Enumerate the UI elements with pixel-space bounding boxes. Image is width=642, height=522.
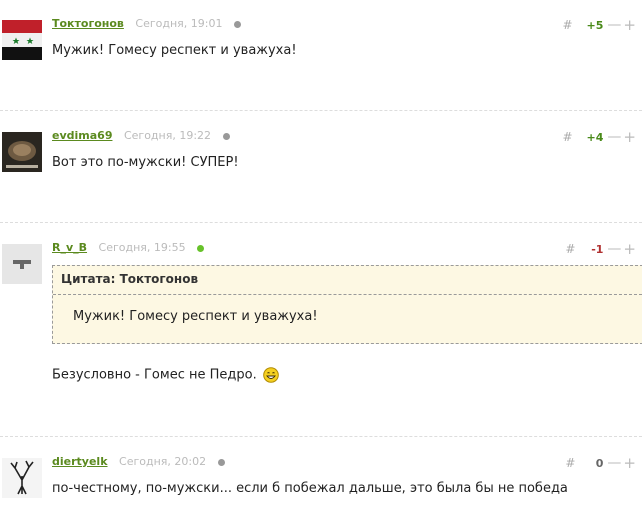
status-dot (222, 132, 230, 140)
avatar-image (2, 458, 42, 498)
laughing-smiley-icon (263, 367, 279, 383)
comment-text: Безусловно - Гомес не Педро. (52, 367, 279, 383)
comment-meta: R_v_B Сегодня, 19:55 (52, 241, 205, 254)
permalink-icon[interactable]: # (565, 456, 575, 470)
comment-time: Сегодня, 19:01 (135, 17, 223, 30)
vote-down-button[interactable]: — (607, 17, 621, 33)
comment-text: Мужик! Гомесу респект и уважуха! (52, 43, 297, 58)
comment-divider (0, 222, 642, 223)
vote-up-button[interactable]: + (623, 16, 636, 34)
comment-text: по-честному, по-мужски... если б побежал… (52, 481, 568, 496)
author-link[interactable]: evdima69 (52, 129, 112, 142)
quote-header: Цитата: Токтогонов (53, 266, 642, 295)
comment-time: Сегодня, 19:22 (123, 129, 212, 142)
quote-text: Мужик! Гомесу респект и уважуха! (73, 309, 318, 324)
vote-up-button[interactable]: + (623, 128, 636, 146)
comment-time: Сегодня, 20:02 (119, 455, 207, 468)
author-link[interactable]: Токтогонов (52, 17, 124, 30)
author-link[interactable]: diertyelk (52, 455, 108, 468)
online-status-dot (197, 244, 205, 252)
comment-divider (0, 110, 642, 111)
author-link[interactable]: R_v_B (52, 241, 87, 254)
comment-time: Сегодня, 19:55 (98, 241, 186, 254)
comment-text: Вот это по-мужски! СУПЕР! (52, 155, 239, 170)
default-avatar-icon (2, 244, 42, 284)
status-dot (233, 20, 241, 28)
vote-up-button[interactable]: + (623, 240, 636, 258)
vote-up-button[interactable]: + (623, 454, 636, 472)
avatar[interactable] (2, 458, 42, 498)
permalink-icon[interactable]: # (565, 242, 575, 256)
status-dot (217, 458, 225, 466)
vote-down-button[interactable]: — (607, 455, 621, 471)
comment-score: 0 (595, 456, 604, 470)
comment-meta: Токтогонов Сегодня, 19:01 (52, 17, 241, 30)
comment-score: +4 (586, 130, 604, 144)
comment-score: -1 (591, 242, 604, 256)
comment-meta: diertyelk Сегодня, 20:02 (52, 455, 225, 468)
avatar-flag-image (2, 20, 42, 60)
vote-down-button[interactable]: — (607, 241, 621, 257)
avatar[interactable] (2, 132, 42, 172)
comment-meta: evdima69 Сегодня, 19:22 (52, 129, 230, 142)
comment-divider (0, 436, 642, 437)
avatar-image (2, 132, 42, 172)
quote-block: Цитата: Токтогонов Мужик! Гомесу респект… (52, 265, 642, 344)
vote-down-button[interactable]: — (607, 129, 621, 145)
vote-panel: # +4 — + (562, 128, 636, 146)
comment-text-content: Безусловно - Гомес не Педро. (52, 367, 257, 383)
avatar[interactable] (2, 20, 42, 60)
avatar-placeholder[interactable] (2, 244, 42, 284)
vote-panel: # -1 — + (565, 240, 636, 258)
permalink-icon[interactable]: # (562, 130, 572, 144)
vote-panel: # 0 — + (565, 454, 636, 472)
vote-panel: # +5 — + (562, 16, 636, 34)
permalink-icon[interactable]: # (562, 18, 572, 32)
comment-score: +5 (586, 18, 604, 32)
